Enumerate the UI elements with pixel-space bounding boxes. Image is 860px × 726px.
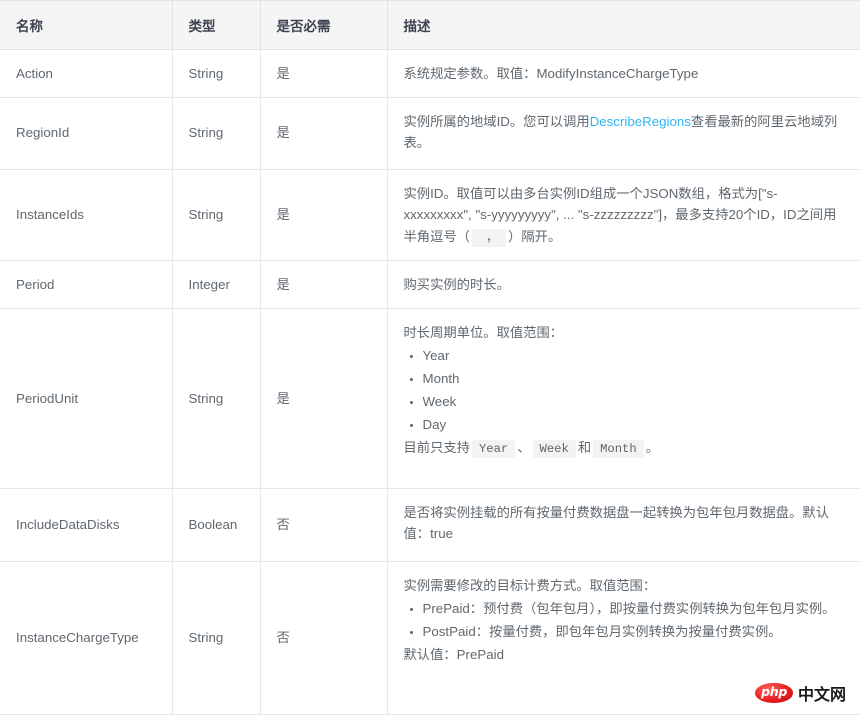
list-item: Year [423, 345, 845, 368]
table-row: Period Integer 是 购买实例的时长。 [0, 260, 860, 309]
description-text: 实例所属的地域ID。您可以调用DescribeRegions查看最新的阿里云地域… [404, 111, 845, 154]
list-item: Month [423, 368, 845, 391]
description-text-before-code: 实例ID。取值可以由多台实例ID组成一个JSON数组，格式为["s-xxxxxx… [403, 185, 837, 244]
param-description: 实例ID。取值可以由多台实例ID组成一个JSON数组，格式为["s-xxxxxx… [387, 169, 860, 262]
param-required: 是 [260, 169, 388, 262]
param-name: InstanceChargeType [0, 561, 173, 715]
param-description: 实例所属的地域ID。您可以调用DescribeRegions查看最新的阿里云地域… [387, 97, 860, 170]
table-row: Action String 是 系统规定参数。取值：ModifyInstance… [0, 49, 860, 98]
table-row: InstanceChargeType String 否 实例需要修改的目标计费方… [0, 561, 860, 715]
param-required: 是 [260, 308, 388, 489]
param-name: Action [0, 49, 173, 98]
param-required: 是 [260, 260, 388, 309]
api-parameter-table: 名称 类型 是否必需 描述 Action String 是 系统规定参数。取值：… [0, 0, 860, 715]
default-value-note: 默认值：PrePaid [403, 647, 505, 663]
param-name: IncludeDataDisks [0, 488, 173, 562]
description-text: 系统规定参数。取值：ModifyInstanceChargeType [403, 66, 699, 81]
param-type: String [172, 97, 261, 170]
description-text-after-code: ）隔开。 [508, 228, 562, 244]
param-type: String [172, 308, 261, 489]
week-code-span: Week [532, 439, 576, 458]
param-type: Integer [172, 260, 261, 309]
param-name: InstanceIds [0, 169, 173, 262]
api-parameter-table-container: 名称 类型 是否必需 描述 Action String 是 系统规定参数。取值：… [0, 0, 860, 715]
description-text: 实例ID。取值可以由多台实例ID组成一个JSON数组，格式为["s-xxxxxx… [404, 183, 845, 249]
list-item: PostPaid：按量付费，即包年包月实例转换为按量付费实例。 [423, 621, 845, 644]
param-description: 系统规定参数。取值：ModifyInstanceChargeType [387, 49, 860, 98]
value-range-list: Year Month Week Day [404, 345, 845, 436]
param-type: Boolean [172, 488, 261, 562]
note-separator-1: 、 [517, 439, 531, 455]
param-required: 否 [260, 561, 388, 715]
column-header-type: 类型 [172, 0, 261, 50]
table-body: Action String 是 系统规定参数。取值：ModifyInstance… [0, 49, 860, 715]
comma-code-span: ， [471, 228, 507, 247]
note-text-prefix: 目前只支持 [403, 439, 470, 455]
list-item: Day [423, 414, 845, 437]
param-description: 是否将实例挂载的所有按量付费数据盘一起转换为包年包月数据盘。默认值：true [387, 488, 860, 562]
note-separator-2: 和 [577, 439, 592, 455]
param-name: Period [0, 260, 173, 309]
year-code-span: Year [471, 439, 516, 458]
description-text: 购买实例的时长。 [403, 277, 510, 293]
description-text: 实例需要修改的目标计费方式。取值范围： [403, 577, 657, 593]
column-header-description: 描述 [387, 0, 860, 50]
note-text-end: 。 [645, 439, 659, 455]
list-item: Week [423, 391, 845, 414]
param-description: 购买实例的时长。 [387, 260, 860, 309]
table-row: PeriodUnit String 是 时长周期单位。取值范围： Year Mo… [0, 308, 860, 489]
param-required: 是 [260, 97, 388, 170]
description-text: 时长周期单位。取值范围： [403, 324, 564, 340]
param-description: 时长周期单位。取值范围： Year Month Week Day 目前只支持Ye… [387, 308, 860, 489]
column-header-name: 名称 [0, 0, 173, 50]
describe-regions-link[interactable]: DescribeRegions [590, 114, 691, 129]
description-text-before-link: 实例所属的地域ID。您可以调用 [403, 113, 590, 129]
param-name: PeriodUnit [0, 308, 173, 489]
table-header-row: 名称 类型 是否必需 描述 [0, 0, 860, 50]
param-type: String [172, 561, 261, 715]
param-required: 否 [260, 488, 388, 562]
table-row: IncludeDataDisks Boolean 否 是否将实例挂载的所有按量付… [0, 488, 860, 562]
table-row: RegionId String 是 实例所属的地域ID。您可以调用Describ… [0, 97, 860, 170]
supported-values-note: 目前只支持 Year、 Week 和 Month。 [404, 437, 845, 460]
table-header: 名称 类型 是否必需 描述 [0, 0, 860, 50]
table-row: InstanceIds String 是 实例ID。取值可以由多台实例ID组成一… [0, 169, 860, 262]
column-header-required: 是否必需 [260, 0, 388, 50]
param-required: 是 [260, 49, 388, 98]
list-item: PrePaid：预付费（包年包月），即按量付费实例转换为包年包月实例。 [423, 598, 845, 621]
month-code-span: Month [593, 439, 644, 458]
description-text: 是否将实例挂载的所有按量付费数据盘一起转换为包年包月数据盘。默认值：true [403, 504, 830, 542]
param-description: 实例需要修改的目标计费方式。取值范围： PrePaid：预付费（包年包月），即按… [387, 561, 860, 715]
value-range-list: PrePaid：预付费（包年包月），即按量付费实例转换为包年包月实例。 Post… [404, 598, 845, 644]
param-type: String [172, 49, 261, 98]
param-type: String [172, 169, 261, 262]
param-name: RegionId [0, 97, 173, 170]
